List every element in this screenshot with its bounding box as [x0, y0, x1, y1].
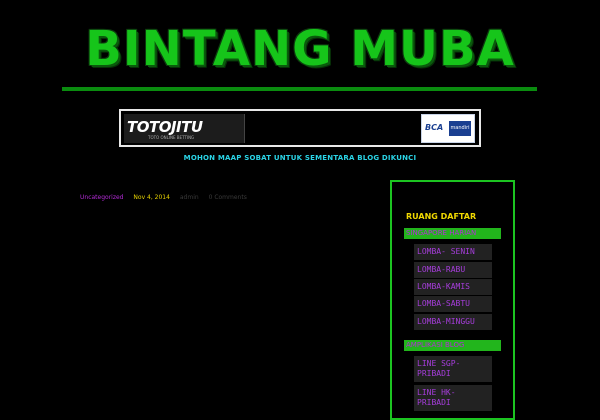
totojitu-logo: TOTOJITU TOTO ONLINE BETTING [124, 114, 245, 143]
mandiri-logo: mandiri [449, 121, 471, 136]
post-meta: Uncategorized Nov 4, 2014 admin 0 Commen… [80, 194, 255, 201]
sidebar-link-lomba-rabu[interactable]: LOMBA-RABU [414, 262, 492, 278]
site-logo-title[interactable]: BINTANG MUBA [60, 22, 540, 76]
sidebar-section-heading-amplikasi: AMPLIKASI BLOG [404, 340, 501, 351]
sidebar-title: RUANG DAFTAR [406, 212, 477, 221]
sidebar-link-lomba-senin[interactable]: LOMBA- SENIN [414, 244, 492, 260]
post-date: Nov 4, 2014 [133, 194, 170, 201]
sidebar-link-lomba-sabtu[interactable]: LOMBA-SABTU [414, 296, 492, 312]
post-comments-link[interactable]: 0 Comments [209, 194, 247, 201]
sidebar: RUANG DAFTAR SINGAPORE HARIAN LOMBA- SEN… [390, 180, 515, 420]
sidebar-link-lomba-kamis[interactable]: LOMBA-KAMIS [414, 279, 492, 295]
post-author-link[interactable]: admin [180, 194, 199, 201]
sponsor-banner[interactable]: TOTOJITU TOTO ONLINE BETTING BCA mandiri [119, 109, 481, 147]
post-category-link[interactable]: Uncategorized [80, 194, 123, 201]
notice-text: MOHON MAAP SOBAT UNTUK SEMENTARA BLOG DI… [183, 154, 417, 162]
sidebar-link-line-sgp[interactable]: LINE SGP-PRIBADI [414, 356, 492, 382]
sidebar-section-heading-singapore: SINGAPORE HARIAN [404, 228, 501, 239]
sidebar-link-line-hk[interactable]: LINE HK-PRIBADI [414, 385, 492, 411]
totojitu-logo-subtext: TOTO ONLINE BETTING [148, 135, 195, 140]
sidebar-link-lomba-minggu[interactable]: LOMBA-MINGGU [414, 314, 492, 330]
bca-logo: BCA [425, 123, 444, 132]
totojitu-logo-text: TOTOJITU [127, 118, 203, 136]
bank-logos: BCA mandiri [421, 114, 475, 143]
header-divider [62, 87, 537, 91]
